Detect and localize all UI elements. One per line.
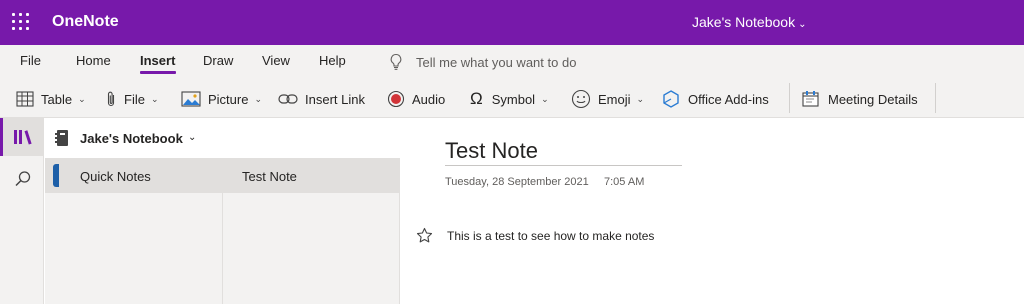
page-date: Tuesday, 28 September 2021 bbox=[445, 176, 589, 188]
emoji-button[interactable]: Emoji ⌄ bbox=[571, 88, 644, 110]
notebooks-icon bbox=[14, 130, 32, 145]
office-addins-button[interactable]: Office Add-ins bbox=[661, 88, 769, 110]
search-icon[interactable] bbox=[14, 170, 32, 188]
insert-link-label: Insert Link bbox=[305, 91, 365, 107]
active-tab-indicator bbox=[140, 71, 176, 74]
insert-table-button[interactable]: Table ⌄ bbox=[16, 88, 86, 110]
paperclip-icon bbox=[107, 91, 115, 107]
page-time: 7:05 AM bbox=[604, 176, 645, 188]
emoji-label: Emoji bbox=[598, 91, 631, 107]
audio-button[interactable]: Audio bbox=[387, 88, 445, 110]
section-label: Quick Notes bbox=[80, 169, 151, 184]
insert-table-label: Table bbox=[41, 91, 73, 107]
meeting-details-button[interactable]: Meeting Details bbox=[801, 88, 918, 110]
ribbon-separator bbox=[789, 83, 790, 113]
page-title[interactable]: Test Note bbox=[445, 138, 538, 164]
omega-icon: Ω bbox=[470, 89, 483, 108]
lightbulb-icon bbox=[390, 53, 402, 70]
chevron-down-icon: ⌄ bbox=[78, 93, 86, 104]
menu-bar: File Home Insert Draw View Help Tell me … bbox=[0, 45, 1024, 80]
title-bar: OneNote Jake's Notebook ⌄ bbox=[0, 0, 1024, 45]
record-icon bbox=[387, 90, 405, 108]
tab-insert[interactable]: Insert bbox=[140, 53, 175, 68]
insert-picture-label: Picture bbox=[208, 91, 249, 107]
chevron-down-icon: ⌄ bbox=[150, 93, 159, 104]
symbol-button[interactable]: Ω Symbol ⌄ bbox=[470, 88, 549, 110]
notebook-title-dropdown[interactable]: Jake's Notebook ⌄ bbox=[692, 14, 806, 30]
meeting-details-label: Meeting Details bbox=[828, 91, 918, 107]
chevron-down-icon: ⌄ bbox=[541, 93, 549, 104]
insert-link-button[interactable]: Insert Link bbox=[278, 88, 365, 110]
notebook-name: Jake's Notebook bbox=[80, 131, 183, 146]
pages-pane: Test Note bbox=[223, 158, 400, 304]
star-icon[interactable] bbox=[416, 227, 433, 244]
app-launcher-icon[interactable] bbox=[12, 13, 30, 31]
insert-picture-button[interactable]: Picture ⌄ bbox=[181, 88, 262, 110]
tab-help[interactable]: Help bbox=[319, 53, 346, 68]
note-body-text[interactable]: This is a test to see how to make notes bbox=[447, 229, 654, 243]
chevron-down-icon: ⌄ bbox=[254, 93, 263, 104]
notebook-icon bbox=[55, 130, 68, 146]
notebooks-rail-button[interactable] bbox=[0, 118, 44, 156]
ribbon-insert: Table ⌄ File ⌄ Picture ⌄ Insert Link Aud… bbox=[0, 80, 1024, 118]
tell-me-search[interactable]: Tell me what you want to do bbox=[416, 55, 576, 70]
tab-home[interactable]: Home bbox=[76, 53, 111, 68]
page-canvas[interactable]: Test Note Tuesday, 28 September 2021 7:0… bbox=[401, 118, 1024, 304]
title-underline bbox=[445, 165, 682, 166]
symbol-label: Symbol bbox=[491, 91, 536, 107]
meeting-details-icon bbox=[802, 91, 819, 107]
section-color-tab bbox=[53, 164, 59, 187]
tab-file[interactable]: File bbox=[20, 53, 41, 68]
office-addins-label: Office Add-ins bbox=[688, 91, 769, 107]
sections-pane: Quick Notes bbox=[45, 158, 223, 304]
office-addins-icon bbox=[663, 90, 679, 108]
section-item[interactable]: Quick Notes bbox=[45, 158, 223, 193]
notebook-switcher[interactable]: Jake's Notebook ⌄ bbox=[45, 118, 400, 158]
notebook-title-label: Jake's Notebook bbox=[692, 14, 796, 30]
chevron-down-icon: ⌄ bbox=[636, 93, 645, 104]
picture-icon bbox=[181, 91, 201, 107]
ribbon-separator bbox=[935, 83, 936, 113]
table-icon bbox=[16, 91, 34, 107]
page-label: Test Note bbox=[242, 169, 297, 184]
audio-label: Audio bbox=[412, 91, 446, 107]
link-icon bbox=[278, 94, 298, 104]
app-name[interactable]: OneNote bbox=[52, 13, 119, 31]
tab-draw[interactable]: Draw bbox=[203, 53, 233, 68]
emoji-icon bbox=[571, 89, 591, 109]
chevron-down-icon: ⌄ bbox=[188, 132, 197, 143]
page-item[interactable]: Test Note bbox=[223, 158, 400, 193]
tab-view[interactable]: View bbox=[262, 53, 290, 68]
insert-file-button[interactable]: File ⌄ bbox=[105, 88, 159, 110]
navigation-rail bbox=[0, 118, 44, 304]
chevron-down-icon: ⌄ bbox=[798, 19, 807, 30]
insert-file-label: File bbox=[124, 91, 145, 107]
